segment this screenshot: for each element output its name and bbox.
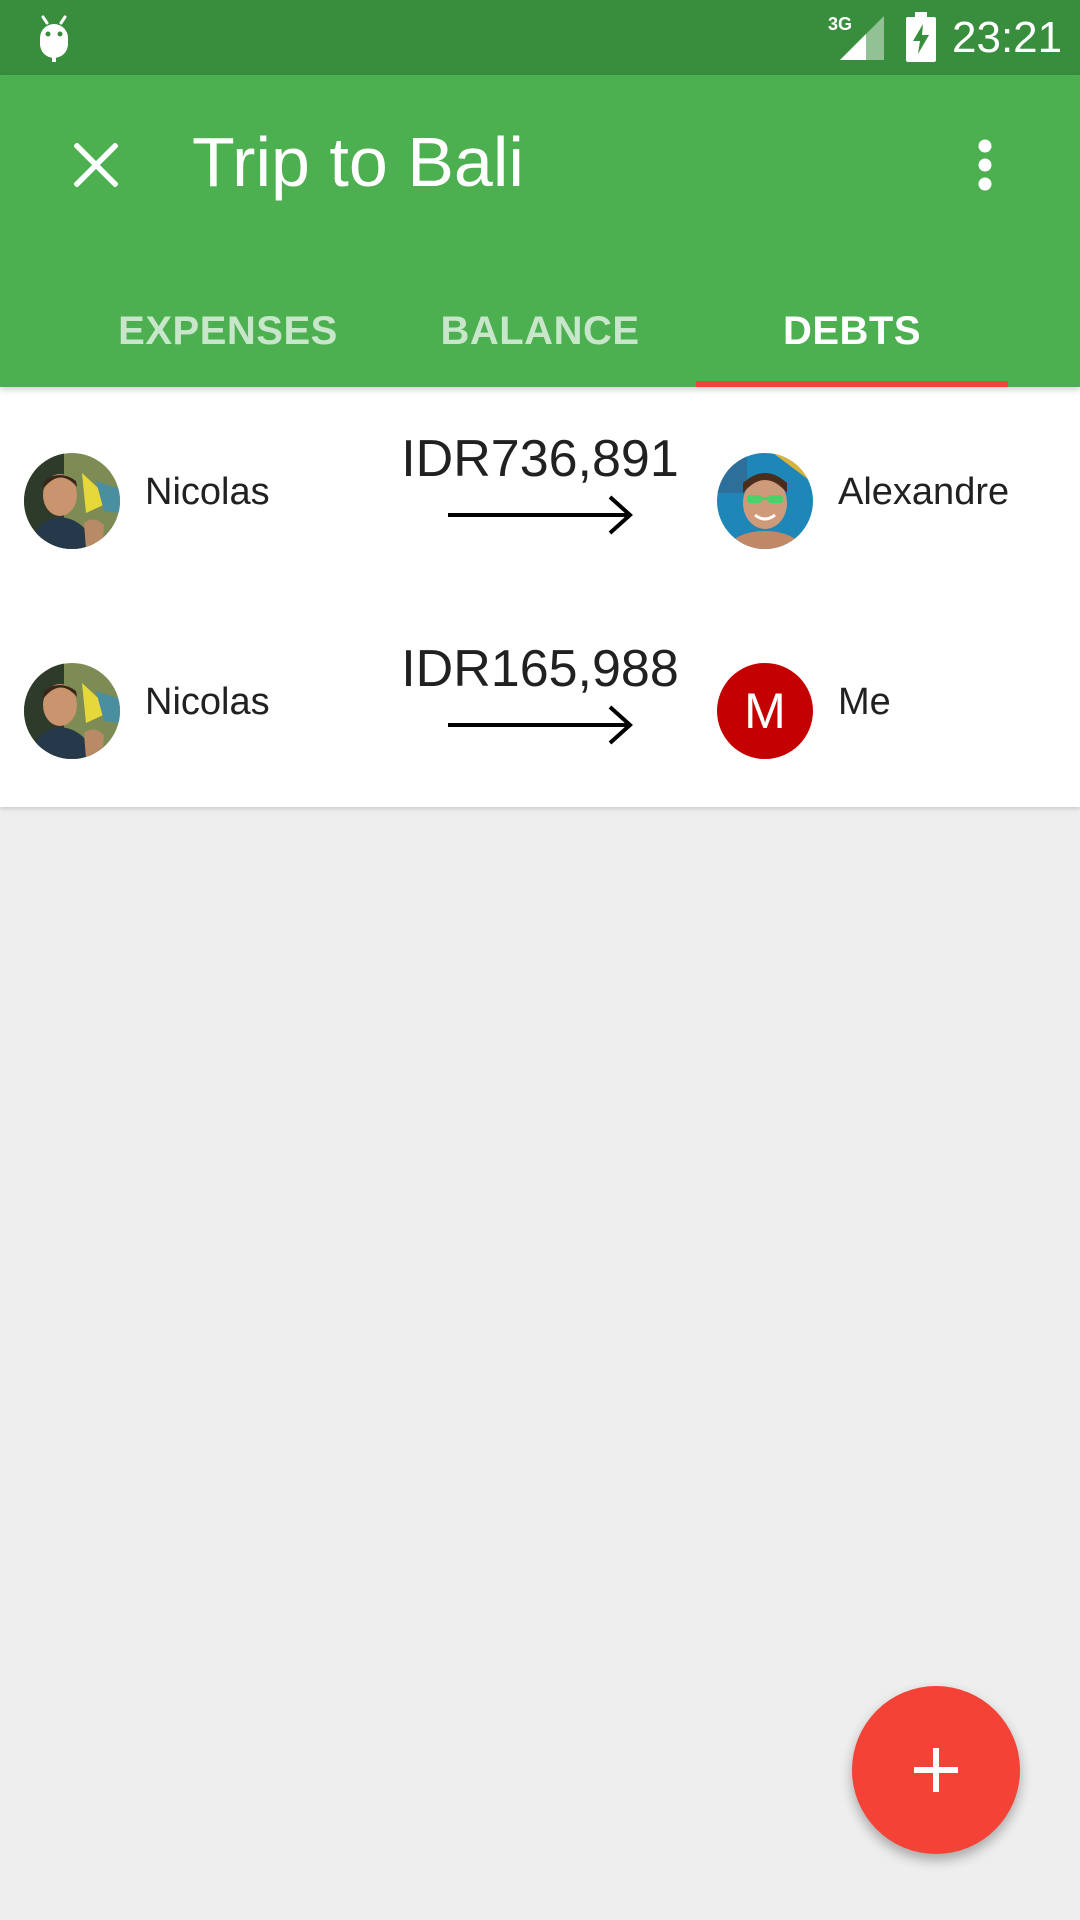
tab-debts[interactable]: DEBTS [696, 275, 1008, 387]
debtor-name: Nicolas [145, 681, 270, 723]
tab-bar: EXPENSES BALANCE DEBTS [0, 275, 1080, 387]
android-debug-icon [40, 15, 68, 62]
creditor-name: Alexandre [838, 471, 1010, 513]
clock: 23:21 [952, 13, 1063, 62]
tab-balance[interactable]: BALANCE [384, 275, 696, 387]
debtor-name: Nicolas [145, 471, 270, 513]
arrow-right-icon [448, 705, 633, 745]
signal-icon: 3G [828, 12, 884, 60]
debts-list: Nicolas IDR736,891 Alexandre Nicolas IDR… [0, 387, 1080, 807]
arrow-right-icon [448, 495, 633, 535]
avatar-me: M [717, 663, 813, 759]
close-icon [74, 143, 118, 187]
battery-charging-icon [906, 12, 936, 62]
avatar-nicolas [24, 453, 120, 549]
debt-row[interactable]: Nicolas IDR736,891 Alexandre [0, 387, 1080, 597]
page-title: Trip to Bali [192, 123, 524, 201]
tab-expenses[interactable]: EXPENSES [72, 275, 384, 387]
more-vert-icon [978, 139, 992, 191]
more-options-button[interactable] [945, 125, 1025, 205]
avatar-nicolas [24, 663, 120, 759]
debt-amount: IDR736,891 [401, 430, 679, 488]
add-icon [914, 1748, 958, 1792]
app-toolbar: Trip to Bali EXPENSES BALANCE DEBTS [0, 75, 1080, 387]
close-button[interactable] [56, 125, 136, 205]
creditor-name: Me [838, 681, 891, 723]
status-bar: 3G 23:21 [0, 0, 1080, 75]
debt-row[interactable]: Nicolas IDR165,988 M Me [0, 597, 1080, 807]
add-button[interactable] [852, 1686, 1020, 1854]
debt-amount: IDR165,988 [401, 640, 679, 698]
active-tab-indicator [696, 381, 1008, 387]
avatar-alexandre [717, 453, 813, 549]
